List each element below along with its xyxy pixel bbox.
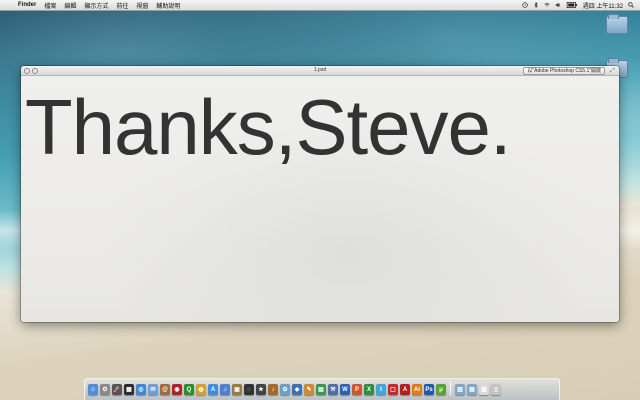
window-titlebar[interactable]: 1.psd 以"Adobe Photoshop CS5.1"開啟 ⤢ (21, 66, 619, 76)
garageband-icon[interactable]: ♪ (268, 384, 278, 395)
time-machine-icon[interactable] (522, 2, 528, 8)
fullscreen-icon[interactable]: ⤢ (609, 68, 616, 74)
keynote-icon[interactable]: ◆ (292, 384, 302, 395)
documents-folder-icon[interactable]: ▤ (467, 384, 477, 395)
mission-control-icon[interactable]: ▦ (124, 384, 134, 395)
cal-icon[interactable]: ▢ (388, 384, 398, 395)
chrome-icon[interactable]: ◍ (196, 384, 206, 395)
utorrent-icon[interactable]: μ (436, 384, 446, 395)
aperture-icon[interactable]: ◌ (244, 384, 254, 395)
menu-bar: Finder 檔案 編輯 顯示方式 前往 視窗 輔助說明 週四 上午11:32 (0, 0, 640, 11)
menu-clock[interactable]: 週四 上午11:32 (583, 1, 623, 10)
safari-icon[interactable]: ◎ (136, 384, 146, 395)
launchpad-icon[interactable]: 🚀 (112, 384, 122, 395)
menu-edit[interactable]: 編輯 (60, 1, 80, 10)
xcode-icon[interactable]: ⚒ (328, 384, 338, 395)
address-book-icon[interactable]: @ (160, 384, 170, 395)
battery-icon[interactable] (566, 2, 578, 8)
preview-headline: Thanks,Steve. (25, 83, 512, 171)
word-icon[interactable]: W (340, 384, 350, 395)
menu-window[interactable]: 視窗 (132, 1, 152, 10)
quick-look-window: 1.psd 以"Adobe Photoshop CS5.1"開啟 ⤢ Thank… (21, 66, 619, 322)
menu-go[interactable]: 前往 (112, 1, 132, 10)
trash-icon[interactable]: ▯ (491, 384, 501, 395)
downloads-stack-icon[interactable]: ▧ (479, 384, 489, 395)
itunes-icon[interactable]: ♫ (220, 384, 230, 395)
acrobat-icon[interactable]: A (400, 384, 410, 395)
numbers-icon[interactable]: ▤ (316, 384, 326, 395)
desktop-folder-icon[interactable] (606, 14, 628, 34)
bluetooth-icon[interactable] (533, 2, 539, 8)
app-store-icon[interactable]: A (208, 384, 218, 395)
spotlight-icon[interactable] (628, 2, 634, 8)
wifi-icon[interactable] (544, 2, 550, 8)
volume-icon[interactable] (555, 2, 561, 8)
powerpoint-icon[interactable]: P (352, 384, 362, 395)
open-with-button[interactable]: 以"Adobe Photoshop CS5.1"開啟 (523, 67, 605, 75)
twitter-icon[interactable]: t (376, 384, 386, 395)
dock-separator (450, 381, 451, 395)
pages-icon[interactable]: ✎ (304, 384, 314, 395)
preview-icon[interactable]: ▣ (232, 384, 242, 395)
excel-icon[interactable]: X (364, 384, 374, 395)
photoshop-icon[interactable]: Ps (424, 384, 434, 395)
menu-file[interactable]: 檔案 (40, 1, 60, 10)
finder-icon[interactable]: ☺ (88, 384, 98, 395)
dock-items: ☺ ⚙ 🚀 ▦ ◎ ✉ @ ◉ Q ◍ A ♫ ▣ ◌ ★ ♪ ✿ ◆ ✎ ▤ ⚒ W P Xt ▢ A Ai Ps μ ▥ ▤ ▧ ▯ (88, 379, 501, 395)
menu-extras: 週四 上午11:32 (522, 1, 640, 10)
photo-booth-icon[interactable]: ◉ (172, 384, 182, 395)
menu-help[interactable]: 輔助說明 (152, 1, 184, 10)
applications-folder-icon[interactable]: ▥ (455, 384, 465, 395)
iphoto-icon[interactable]: ✿ (280, 384, 290, 395)
mail-icon[interactable]: ✉ (148, 384, 158, 395)
illustrator-icon[interactable]: Ai (412, 384, 422, 395)
system-preferences-icon[interactable]: ⚙ (100, 384, 110, 395)
menu-finder[interactable]: Finder (14, 2, 40, 8)
menu-view[interactable]: 顯示方式 (80, 1, 112, 10)
imovie-icon[interactable]: ★ (256, 384, 266, 395)
preview-canvas: Thanks,Steve. (21, 77, 619, 322)
qq-icon[interactable]: Q (184, 384, 194, 395)
